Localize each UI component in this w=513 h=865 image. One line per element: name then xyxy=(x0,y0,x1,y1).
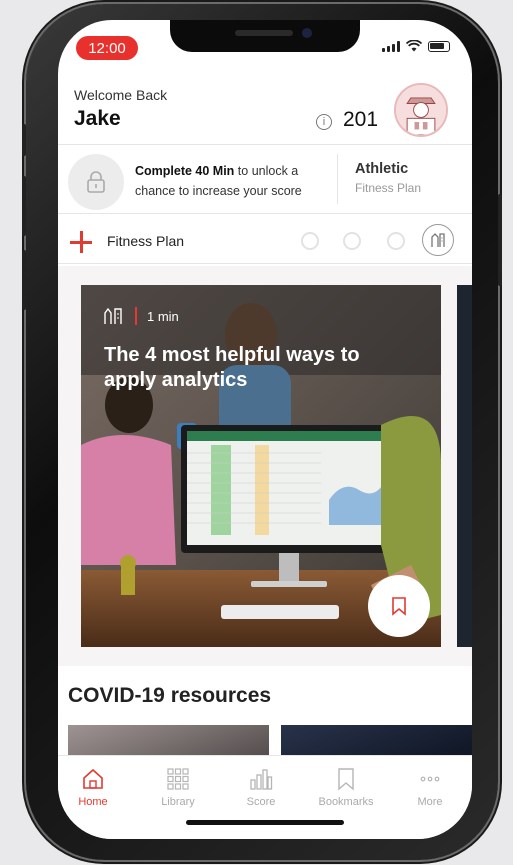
tab-more-label: More xyxy=(417,796,443,808)
athletic-plan-icon xyxy=(104,307,122,324)
tab-bar: Home Library Score Bookmarks More xyxy=(58,755,472,839)
plan-option-2-icon[interactable] xyxy=(343,232,361,250)
tab-bookmarks[interactable]: Bookmarks xyxy=(311,766,381,808)
status-time: 12:00 xyxy=(76,36,138,60)
lock-badge xyxy=(68,154,124,210)
feature-card[interactable]: 1 min The 4 most helpful ways to apply a… xyxy=(81,285,441,647)
volume-up-button xyxy=(22,176,26,236)
bar-chart-icon xyxy=(250,769,273,790)
bookmark-button[interactable] xyxy=(368,575,430,637)
wifi-icon xyxy=(406,40,422,52)
banner-separator xyxy=(337,154,338,204)
avatar-illustration-icon xyxy=(396,85,446,135)
unlock-message: Complete 40 Min to unlock a chance to in… xyxy=(135,161,330,201)
camera xyxy=(302,28,312,38)
phone-screen: 12:00 Welcome Back Jake i 201 Complete 4… xyxy=(58,20,472,839)
lock-icon xyxy=(87,171,105,193)
tab-bookmarks-label: Bookmarks xyxy=(318,796,374,808)
bookmark-icon xyxy=(392,597,406,616)
tab-score-label: Score xyxy=(246,796,276,808)
tab-home[interactable]: Home xyxy=(58,766,128,808)
card-duration: 1 min xyxy=(147,308,179,324)
greeting: Welcome Back xyxy=(74,87,168,103)
home-icon xyxy=(83,768,103,789)
unlock-goal: Complete 40 Min xyxy=(135,164,235,178)
tab-more[interactable]: More xyxy=(395,766,465,808)
plan-option-3-icon[interactable] xyxy=(387,232,405,250)
volume-down-button xyxy=(22,250,26,310)
side-button xyxy=(498,194,502,286)
signal-icon xyxy=(382,40,400,52)
next-card-peek[interactable] xyxy=(457,285,472,647)
plan-divider xyxy=(58,263,472,264)
banner-divider xyxy=(58,213,472,214)
tab-library-label: Library xyxy=(161,796,195,808)
meta-divider xyxy=(135,307,137,325)
athletic-icon xyxy=(431,233,445,247)
mute-switch xyxy=(22,124,26,156)
card-title: The 4 most helpful ways to apply analyti… xyxy=(104,344,360,391)
plan-option-1-icon[interactable] xyxy=(301,232,319,250)
avatar[interactable] xyxy=(394,83,448,137)
fitness-plan-label[interactable]: Fitness Plan xyxy=(107,233,184,249)
tab-home-label: Home xyxy=(78,796,108,808)
add-plan-icon[interactable] xyxy=(69,230,93,254)
header-divider xyxy=(58,144,472,145)
card-meta: 1 min xyxy=(103,307,179,325)
status-icons xyxy=(382,40,450,52)
tab-library[interactable]: Library xyxy=(143,766,213,808)
tab-score[interactable]: Score xyxy=(226,766,296,808)
speaker xyxy=(235,30,293,36)
plan-active-icon[interactable] xyxy=(422,224,454,256)
grid-icon xyxy=(167,768,189,790)
home-indicator[interactable] xyxy=(186,820,344,825)
notch xyxy=(170,20,360,52)
plan-title[interactable]: Athletic xyxy=(355,161,408,177)
score-value: 201 xyxy=(343,108,379,131)
section-title: COVID-19 resources xyxy=(68,684,272,707)
battery-icon xyxy=(428,40,450,52)
more-icon xyxy=(420,776,440,782)
plan-subtitle: Fitness Plan xyxy=(355,181,422,195)
bookmark-tab-icon xyxy=(338,768,354,791)
user-name: Jake xyxy=(74,107,121,130)
info-icon[interactable]: i xyxy=(316,114,332,130)
